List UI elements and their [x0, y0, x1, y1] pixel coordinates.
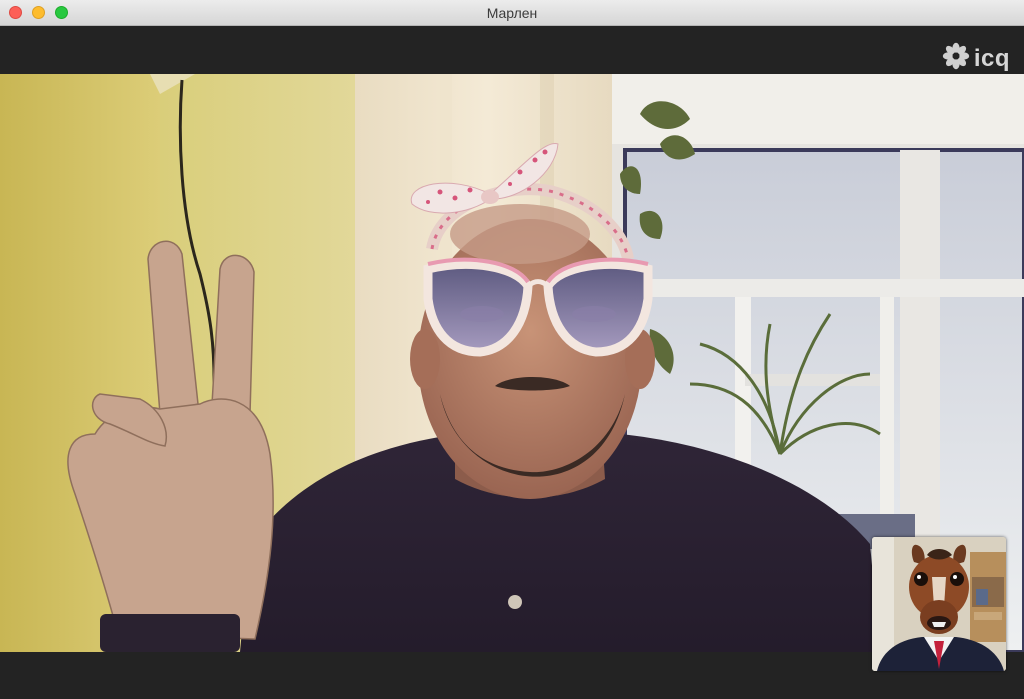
icq-logo: icq [942, 42, 1010, 75]
bottom-toolbar [0, 652, 1024, 699]
window-title: Марлен [486, 5, 538, 21]
remote-video[interactable] [0, 74, 1024, 652]
top-toolbar [0, 26, 1024, 74]
call-window: Марлен icq [0, 0, 1024, 699]
icq-logo-text: icq [973, 44, 1010, 72]
self-video-preview[interactable] [872, 537, 1006, 671]
title-bar[interactable]: Марлен [0, 0, 1024, 26]
icq-flower-icon [942, 42, 970, 75]
